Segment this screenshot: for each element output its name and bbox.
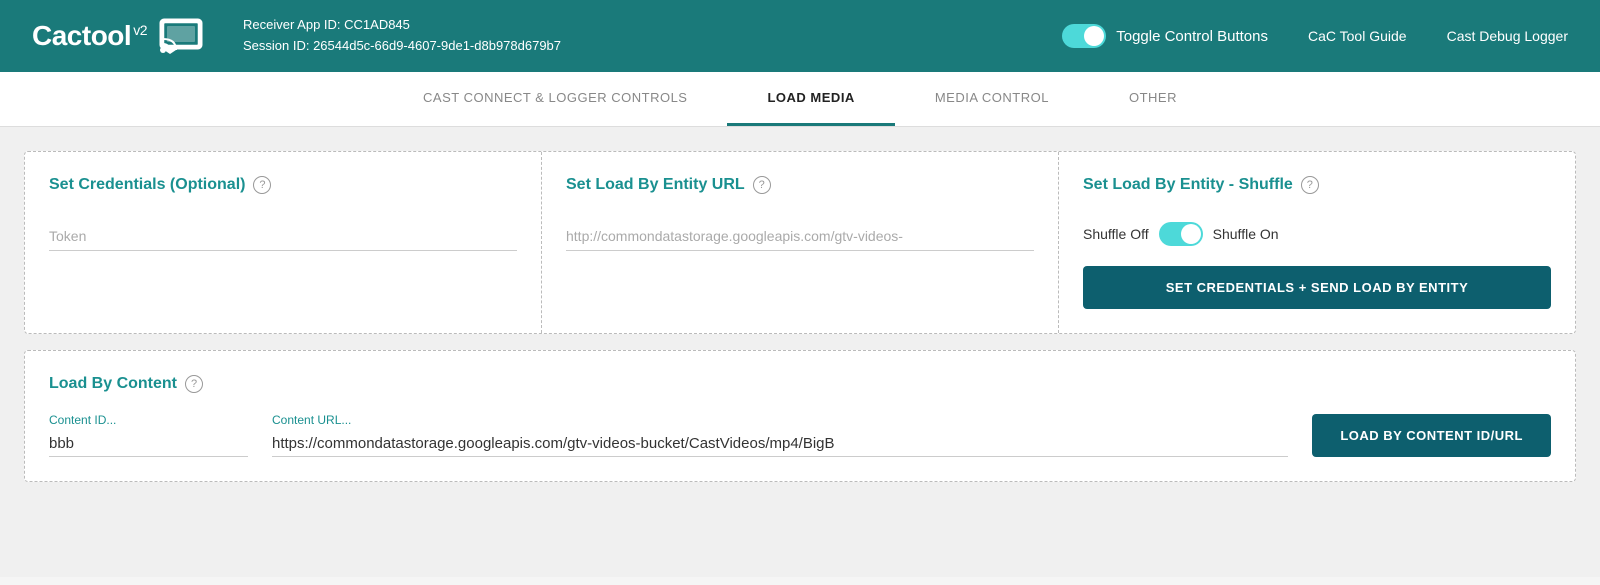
load-by-content-id-url-button[interactable]: LOAD BY CONTENT ID/URL [1312, 414, 1551, 457]
header-info: Receiver App ID: CC1AD845 Session ID: 26… [243, 15, 1022, 57]
app-header: Cactoolv2 Receiver App ID: CC1AD845 Sess… [0, 0, 1600, 72]
toggle-label: Toggle Control Buttons [1116, 28, 1268, 45]
content-id-input[interactable] [49, 431, 248, 457]
receiver-app-id: Receiver App ID: CC1AD845 [243, 15, 1022, 36]
shuffle-row: Shuffle Off Shuffle On [1083, 222, 1551, 246]
shuffle-on-label: Shuffle On [1213, 226, 1279, 242]
entity-url-input[interactable] [566, 222, 1034, 251]
content-id-label: Content ID... [49, 413, 248, 427]
logo-container: Cactoolv2 [32, 18, 203, 54]
set-load-by-entity-url-help-icon[interactable]: ? [753, 176, 771, 194]
main-content: Set Credentials (Optional) ? Set Load By… [0, 127, 1600, 577]
logo-text: Cactoolv2 [32, 20, 147, 52]
content-url-label: Content URL... [272, 413, 1288, 427]
set-load-by-entity-shuffle-help-icon[interactable]: ? [1301, 176, 1319, 194]
set-load-by-entity-shuffle-title: Set Load By Entity - Shuffle ? [1083, 176, 1551, 194]
token-input[interactable] [49, 222, 517, 251]
set-load-by-entity-url-title: Set Load By Entity URL ? [566, 176, 1034, 194]
shuffle-off-label: Shuffle Off [1083, 226, 1149, 242]
shuffle-toggle[interactable] [1159, 222, 1203, 246]
tab-cast-connect[interactable]: CAST CONNECT & LOGGER CONTROLS [383, 72, 727, 126]
load-by-content-help-icon[interactable]: ? [185, 375, 203, 393]
set-credentials-card: Set Credentials (Optional) ? [25, 152, 542, 333]
tab-other[interactable]: OTHER [1089, 72, 1217, 126]
tab-media-control[interactable]: MEDIA CONTROL [895, 72, 1089, 126]
load-by-content-card: Load By Content ? Content ID... Content … [24, 350, 1576, 482]
tabs-bar: CAST CONNECT & LOGGER CONTROLS LOAD MEDI… [0, 72, 1600, 127]
set-credentials-send-load-by-entity-button[interactable]: SET CREDENTIALS + SEND LOAD BY ENTITY [1083, 266, 1551, 309]
tab-load-media[interactable]: LOAD MEDIA [727, 72, 894, 126]
session-id: Session ID: 26544d5c-66d9-4607-9de1-d8b9… [243, 36, 1022, 57]
set-load-by-entity-url-card: Set Load By Entity URL ? [542, 152, 1059, 333]
cac-tool-guide-link[interactable]: CaC Tool Guide [1308, 28, 1407, 44]
control-buttons-toggle[interactable] [1062, 24, 1106, 48]
set-credentials-help-icon[interactable]: ? [253, 176, 271, 194]
cast-debug-logger-link[interactable]: Cast Debug Logger [1447, 28, 1568, 44]
cast-icon [159, 18, 203, 54]
content-id-field: Content ID... [49, 413, 248, 457]
toggle-section: Toggle Control Buttons [1062, 24, 1268, 48]
content-url-field: Content URL... [272, 413, 1288, 457]
header-nav: CaC Tool Guide Cast Debug Logger [1308, 28, 1568, 44]
set-credentials-title: Set Credentials (Optional) ? [49, 176, 517, 194]
content-fields-row: Content ID... Content URL... LOAD BY CON… [49, 413, 1551, 457]
content-url-input[interactable] [272, 431, 1288, 457]
load-by-content-title: Load By Content ? [49, 375, 1551, 393]
set-load-by-entity-shuffle-card: Set Load By Entity - Shuffle ? Shuffle O… [1059, 152, 1575, 333]
top-cards-row: Set Credentials (Optional) ? Set Load By… [24, 151, 1576, 334]
